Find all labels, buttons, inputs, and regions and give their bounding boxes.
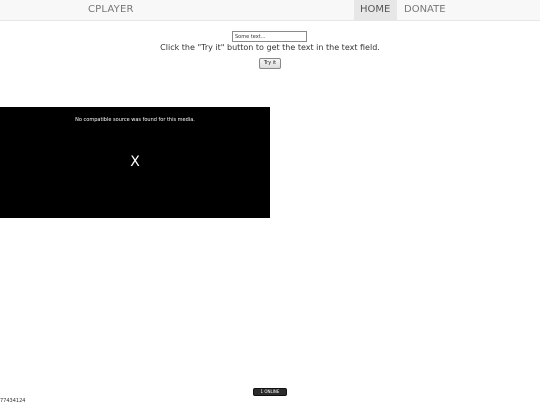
instruction-text: Click the "Try it" button to get the tex… — [160, 43, 380, 52]
close-icon[interactable]: X — [128, 153, 142, 171]
nav-item-home[interactable]: HOME — [354, 0, 397, 20]
nav-item-donate[interactable]: DONATE — [398, 0, 453, 20]
online-status-badge: 1 ONLINE — [253, 388, 287, 396]
footer-number: 77434124 — [0, 398, 26, 404]
top-navbar: CPLAYER HOME DONATE — [0, 0, 540, 21]
text-input[interactable] — [232, 31, 307, 42]
player-error-message: No compatible source was found for this … — [75, 117, 195, 123]
brand-logo-text[interactable]: CPLAYER — [88, 3, 134, 17]
video-player[interactable]: No compatible source was found for this … — [0, 107, 270, 218]
try-it-button[interactable]: Try it — [259, 58, 281, 69]
